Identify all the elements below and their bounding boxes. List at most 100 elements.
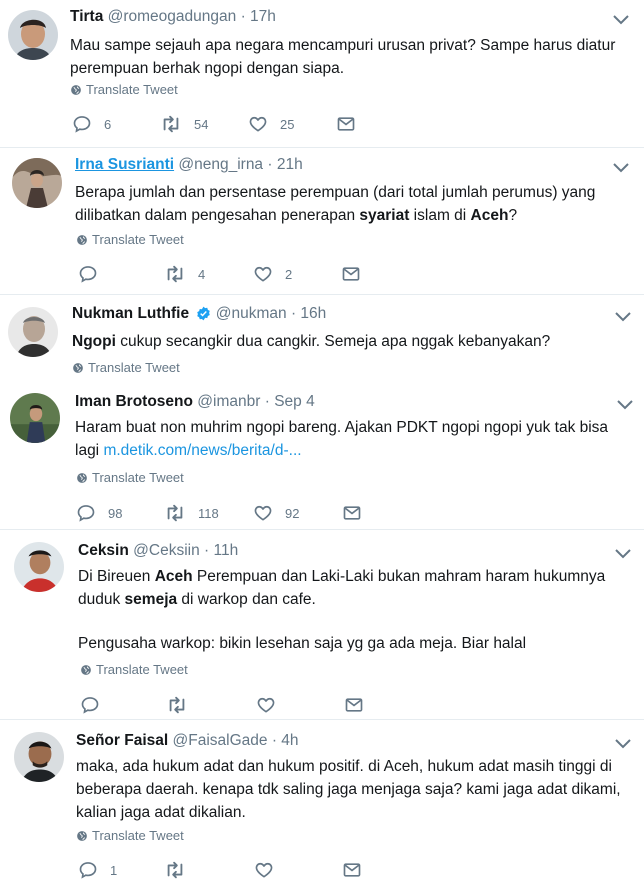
avatar[interactable] — [8, 10, 58, 60]
author-name[interactable]: Señor Faisal — [76, 732, 168, 749]
translate-tweet-link[interactable]: Translate Tweet — [76, 470, 184, 485]
avatar[interactable] — [8, 307, 58, 357]
tweet-text: maka, ada hukum adat dan hukum positif. … — [76, 758, 621, 821]
dm-button[interactable] — [344, 694, 364, 716]
retweet-count: 4 — [198, 266, 206, 282]
heart-icon — [253, 264, 273, 284]
like-button[interactable]: 2 — [253, 263, 292, 285]
author-name[interactable]: Irna Susrianti — [75, 156, 174, 173]
envelope-icon — [336, 114, 356, 134]
reply-button[interactable]: 98 — [76, 502, 122, 524]
reply-icon — [80, 695, 100, 715]
like-button[interactable]: 92 — [253, 502, 299, 524]
retweet-button[interactable] — [164, 859, 186, 881]
timestamp[interactable]: 4h — [281, 732, 298, 749]
retweet-icon — [160, 113, 182, 135]
retweet-icon — [166, 694, 188, 716]
globe-icon — [80, 664, 92, 676]
author-handle[interactable]: @Ceksiin — [133, 542, 200, 559]
globe-icon — [76, 830, 88, 842]
tweet[interactable]: Señor Faisal @FaisalGade · 4h maka, ada … — [0, 720, 644, 890]
author-handle[interactable]: @nukman — [216, 305, 287, 322]
reply-icon — [72, 114, 92, 134]
avatar[interactable] — [12, 158, 62, 208]
translate-tweet-link[interactable]: Translate Tweet — [72, 360, 180, 375]
globe-icon — [72, 362, 84, 374]
retweet-button[interactable] — [166, 694, 188, 716]
heart-icon — [256, 695, 276, 715]
article-link[interactable]: m.detik.com/news/berita/d-... — [103, 442, 301, 459]
author-name[interactable]: Tirta — [70, 8, 103, 25]
chevron-down-icon[interactable] — [614, 738, 632, 750]
reply-button[interactable]: 1 — [78, 859, 117, 881]
like-button[interactable]: 25 — [248, 113, 294, 135]
tweet-text: Haram buat non muhrim ngopi bareng. Ajak… — [75, 419, 609, 459]
envelope-icon — [342, 503, 362, 523]
like-button[interactable] — [256, 694, 276, 716]
tweet-text: Di Bireuen Aceh Perempuan dan Laki-Laki … — [78, 568, 606, 652]
tweet-text: Ngopi cukup secangkir dua cangkir. Semej… — [72, 333, 551, 350]
chevron-down-icon[interactable] — [614, 548, 632, 560]
reply-button[interactable] — [78, 263, 98, 285]
envelope-icon — [341, 264, 361, 284]
retweet-count: 118 — [198, 505, 219, 521]
reply-count: 98 — [108, 505, 123, 521]
translate-tweet-link[interactable]: Translate Tweet — [70, 82, 178, 97]
tweet[interactable]: Irna Susrianti @neng_irna · 21h Berapa j… — [0, 148, 644, 294]
timestamp[interactable]: Sep 4 — [274, 393, 315, 410]
timestamp[interactable]: 17h — [250, 8, 276, 25]
reply-count: 1 — [110, 862, 118, 878]
translate-tweet-link[interactable]: Translate Tweet — [80, 662, 188, 677]
verified-badge-icon — [197, 306, 211, 321]
author-handle[interactable]: @FaisalGade — [173, 732, 268, 749]
dm-button[interactable] — [342, 502, 362, 524]
chevron-down-icon[interactable] — [616, 399, 634, 411]
tweet[interactable]: Ceksin @Ceksiin · 11h Di Bireuen Aceh Pe… — [0, 530, 644, 719]
retweet-button[interactable]: 118 — [164, 502, 219, 524]
reply-button[interactable]: 6 — [72, 113, 111, 135]
retweet-count: 54 — [194, 116, 209, 132]
chevron-down-icon[interactable] — [612, 162, 630, 174]
author-handle[interactable]: @romeogadungan — [108, 8, 237, 25]
chevron-down-icon[interactable] — [612, 14, 630, 26]
timestamp[interactable]: 16h — [300, 305, 326, 322]
dm-button[interactable] — [336, 113, 356, 135]
author-name[interactable]: Iman Brotoseno — [75, 393, 193, 410]
author-handle[interactable]: @imanbr — [197, 393, 260, 410]
avatar[interactable] — [10, 393, 60, 443]
translate-tweet-link[interactable]: Translate Tweet — [76, 828, 184, 843]
chevron-down-icon[interactable] — [614, 311, 632, 323]
author-name[interactable]: Nukman Luthfie — [72, 305, 189, 322]
like-button[interactable] — [254, 859, 274, 881]
author-handle[interactable]: @neng_irna — [178, 156, 263, 173]
retweet-button[interactable]: 4 — [164, 263, 205, 285]
tweet-text: Mau sampe sejauh apa negara mencampuri u… — [70, 37, 616, 77]
envelope-icon — [342, 860, 362, 880]
timestamp[interactable]: 21h — [277, 156, 303, 173]
envelope-icon — [344, 695, 364, 715]
author-name[interactable]: Ceksin — [78, 542, 129, 559]
dm-button[interactable] — [341, 263, 361, 285]
globe-icon — [76, 472, 88, 484]
tweet-text: Berapa jumlah dan persentase perempuan (… — [75, 184, 596, 224]
globe-icon — [76, 234, 88, 246]
retweet-button[interactable]: 54 — [160, 113, 208, 135]
reply-icon — [78, 264, 98, 284]
tweet[interactable]: Iman Brotoseno @imanbr · Sep 4 Haram bua… — [0, 381, 644, 529]
reply-button[interactable] — [80, 694, 100, 716]
globe-icon — [70, 84, 82, 96]
timestamp[interactable]: 11h — [214, 542, 239, 559]
heart-icon — [248, 114, 268, 134]
dm-button[interactable] — [342, 859, 362, 881]
avatar[interactable] — [14, 732, 64, 782]
reply-icon — [76, 503, 96, 523]
like-count: 92 — [285, 505, 300, 521]
avatar[interactable] — [14, 542, 64, 592]
retweet-icon — [164, 263, 186, 285]
tweet[interactable]: Nukman Luthfie @nukman · 16h Ngopi cukup… — [0, 295, 644, 381]
heart-icon — [253, 503, 273, 523]
tweet[interactable]: Tirta @romeogadungan · 17h Mau sampe sej… — [0, 0, 644, 147]
translate-tweet-link[interactable]: Translate Tweet — [76, 232, 184, 247]
like-count: 2 — [285, 266, 293, 282]
reply-icon — [78, 860, 98, 880]
